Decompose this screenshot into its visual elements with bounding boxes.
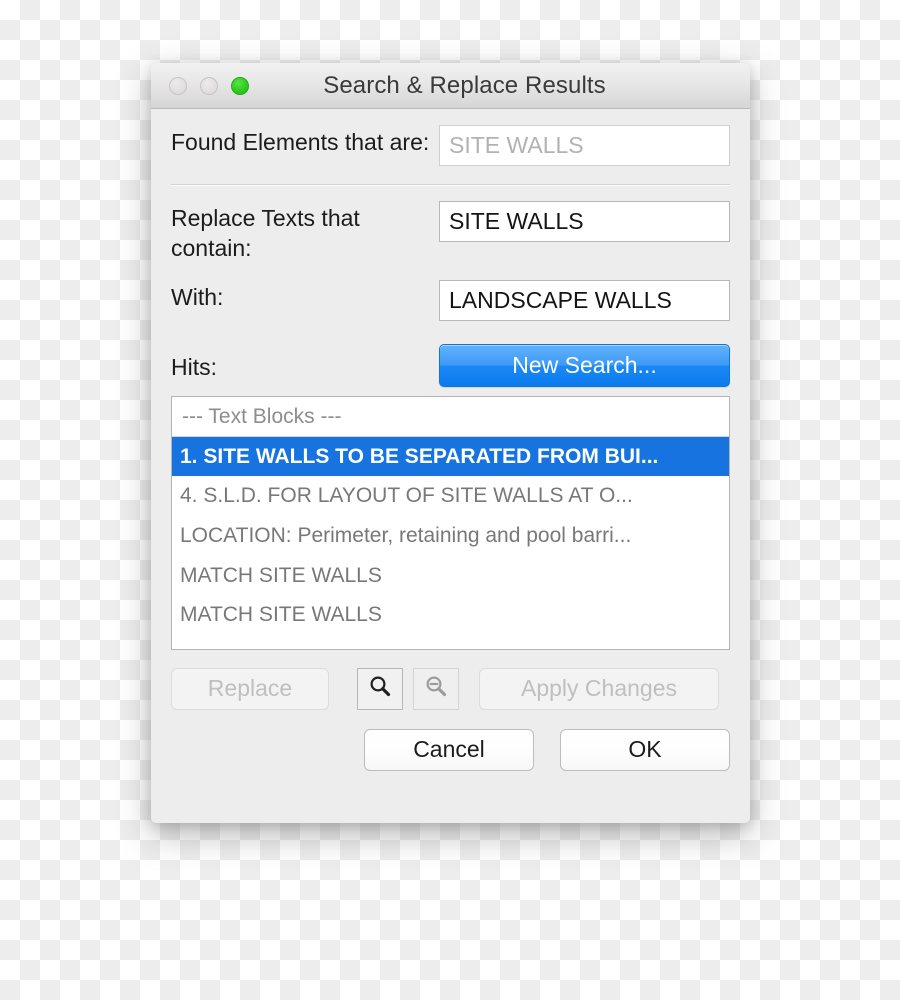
new-search-button[interactable]: New Search... [439,343,730,387]
apply-changes-button[interactable]: Apply Changes [479,667,719,710]
zoom-button[interactable] [231,76,249,95]
with-label: With: [171,283,224,310]
found-elements-row: Found Elements that are: SITE WALLS [171,125,730,166]
cancel-button[interactable]: Cancel [364,728,534,771]
list-group-header: --- Text Blocks --- [172,397,729,437]
hits-list[interactable]: --- Text Blocks --- 1. SITE WALLS TO BE … [171,395,730,650]
list-item[interactable]: LOCATION: Perimeter, retaining and pool … [172,516,729,556]
close-button[interactable] [169,76,187,95]
magnifier-icon [368,674,392,703]
title-bar: Search & Replace Results [151,63,750,109]
with-input[interactable]: LANDSCAPE WALLS [439,279,730,321]
list-item[interactable]: 4. S.L.D. FOR LAYOUT OF SITE WALLS AT O.… [172,476,729,516]
list-item[interactable]: 1. SITE WALLS TO BE SEPARATED FROM BUI..… [172,436,729,477]
replace-texts-row: Replace Texts that contain: SITE WALLS [171,201,730,264]
list-item[interactable]: MATCH SITE WALLS [172,595,729,635]
minimize-button[interactable] [200,76,218,95]
replace-texts-label: Replace Texts that contain: [171,205,360,262]
ok-button[interactable]: OK [560,728,730,771]
replace-texts-input[interactable]: SITE WALLS [439,201,730,242]
found-elements-field[interactable]: SITE WALLS [439,125,730,166]
zoom-out-button[interactable] [413,667,459,710]
hits-header-row: Hits: New Search... [171,343,730,387]
replace-button[interactable]: Replace [171,667,329,710]
magnifier-minus-icon [424,674,448,703]
found-elements-label: Found Elements that are: [171,129,430,155]
list-item[interactable]: MATCH SITE WALLS [172,556,729,596]
with-row: With: LANDSCAPE WALLS [171,279,730,321]
zoom-in-button[interactable] [357,667,403,710]
search-replace-dialog: Search & Replace Results Found Elements … [151,63,750,823]
footer-row: Cancel OK [171,728,730,771]
action-row: Replace Apply Changes [171,667,730,710]
hits-label: Hits: [171,353,217,380]
dialog-body: Found Elements that are: SITE WALLS Repl… [151,125,750,823]
window-controls [169,76,249,95]
section-divider [171,184,730,185]
